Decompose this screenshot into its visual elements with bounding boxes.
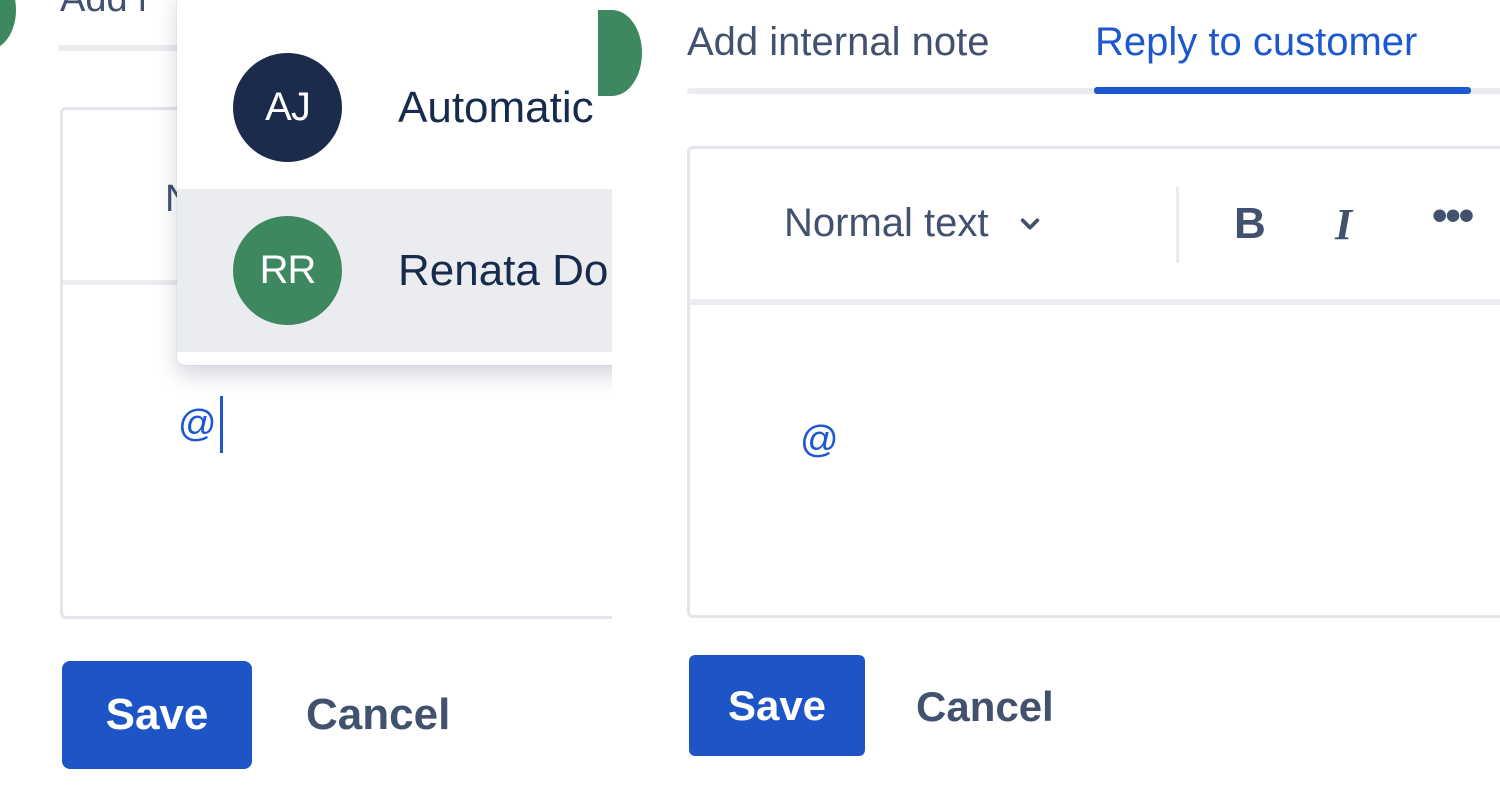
mention-suggestions-popup: AJ Automatic RR Renata Do (177, 0, 612, 365)
user-avatar (598, 10, 612, 96)
editor-text[interactable]: @ (800, 419, 839, 462)
tab-reply-to-customer[interactable]: Reply to customer (1095, 20, 1417, 65)
toolbar-divider (690, 299, 1500, 305)
active-tab-indicator (1094, 87, 1471, 94)
save-button[interactable]: Save (689, 655, 865, 756)
left-editor-pane: Add i N @ Save Cancel AJ Automatic RR Re… (0, 0, 612, 800)
bold-button[interactable]: B (1234, 199, 1266, 249)
toolbar-separator (1176, 187, 1179, 263)
italic-button[interactable]: I (1335, 199, 1352, 250)
chevron-down-icon (1020, 218, 1039, 229)
text-caret (220, 396, 223, 453)
user-avatar (0, 0, 16, 50)
comment-editor[interactable]: Normal text B I ••• @ (687, 146, 1500, 618)
text-style-label: Normal text (784, 201, 989, 245)
mention-option-name: Renata Do (398, 245, 609, 295)
editor-text[interactable]: @ (178, 403, 217, 446)
tab-add-internal-note[interactable]: Add internal note (687, 20, 989, 65)
tab-add-internal-note[interactable]: Add i (60, 0, 147, 21)
save-button[interactable]: Save (62, 661, 252, 769)
text-style-select[interactable]: Normal text (784, 201, 1041, 246)
user-avatar (612, 10, 642, 96)
mention-option[interactable]: AJ Automatic (177, 26, 612, 189)
cancel-button[interactable]: Cancel (306, 690, 450, 740)
mention-option-name: Automatic (398, 82, 594, 132)
mention-option-highlighted[interactable]: RR Renata Do (177, 189, 612, 352)
more-formatting-button[interactable]: ••• (1432, 191, 1474, 241)
avatar: RR (233, 216, 342, 325)
avatar: AJ (233, 53, 342, 162)
cancel-button[interactable]: Cancel (916, 683, 1054, 731)
right-editor-pane: Add internal note Reply to customer Norm… (612, 0, 1500, 800)
editor-toolbar: Normal text B I ••• (690, 149, 1500, 301)
